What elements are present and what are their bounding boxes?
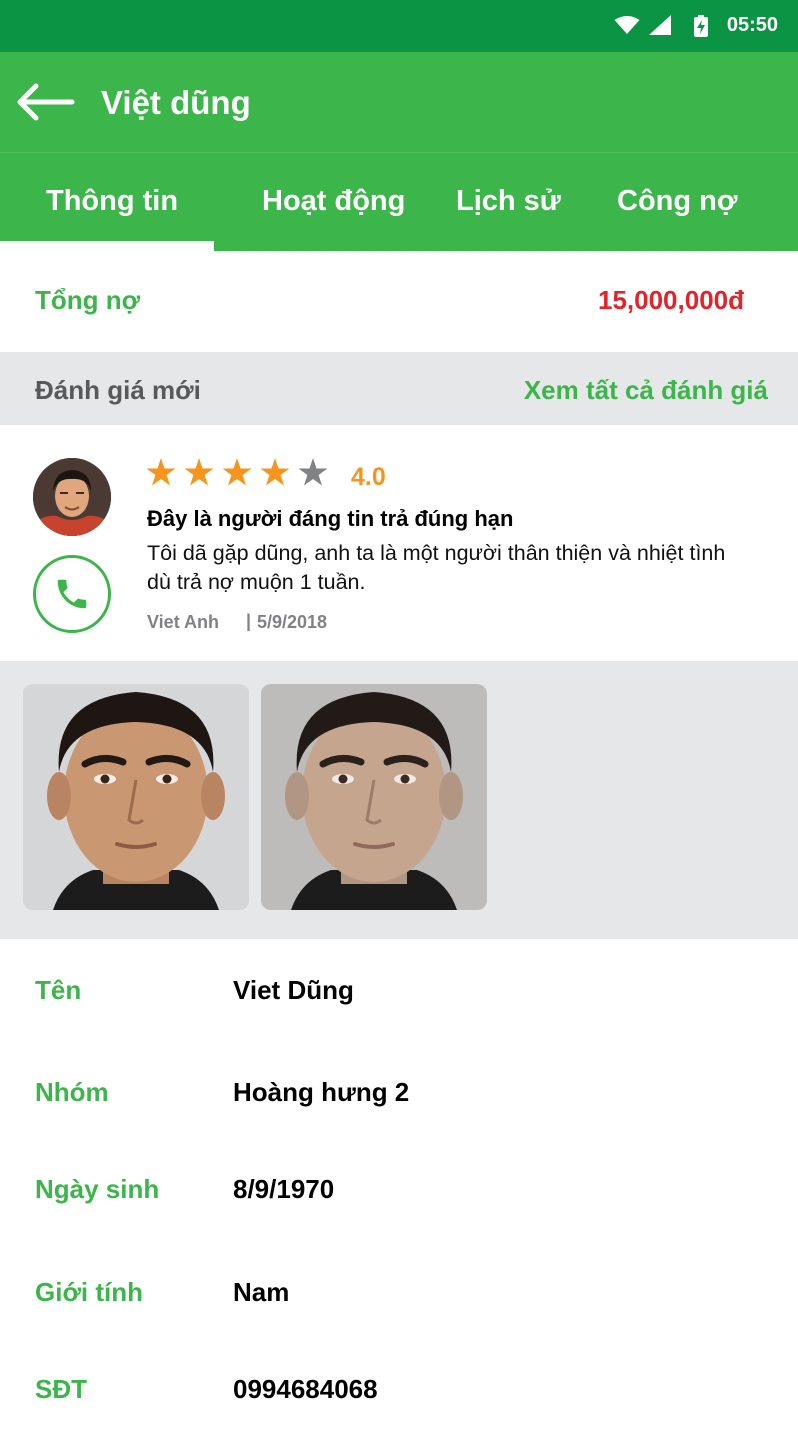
reviews-title: Đánh giá mới [35, 375, 201, 405]
tab-thong-tin[interactable]: Thông tin [46, 185, 178, 218]
star-filled-icon [260, 458, 290, 486]
total-debt-label: Tổng nợ [35, 285, 141, 315]
profile-info: Tên Viet Dũng Nhóm Hoàng hưng 2 Ngày sin… [0, 939, 798, 1437]
name-label: Tên [35, 975, 82, 1005]
review-photo[interactable] [261, 684, 487, 910]
name-value: Viet Dũng [233, 975, 354, 1005]
wifi-icon [614, 16, 640, 34]
arrow-left-icon [17, 83, 75, 121]
total-debt-row: Tổng nợ 15,000,000đ [0, 251, 798, 352]
call-button[interactable] [33, 555, 111, 633]
status-bar: 05:50 [0, 0, 798, 52]
total-debt-value: 15,000,000đ [597, 285, 744, 315]
app-bar: Việt dũng [0, 52, 798, 152]
review-card: 4.0 Đây là người đáng tin trả đúng hạn T… [0, 425, 798, 661]
review-author: Viet Anh [147, 612, 220, 632]
review-date: 5/9/2018 [257, 612, 328, 632]
phone-value[interactable]: 0994684068 [233, 1374, 378, 1405]
avatar[interactable] [33, 458, 111, 536]
dob-value: 8/9/1970 [233, 1174, 335, 1204]
phone-icon [57, 579, 87, 609]
star-filled-icon [146, 458, 176, 486]
reviews-header: Đánh giá mới Xem tất cả đánh giá [0, 352, 798, 425]
portrait-image [261, 684, 487, 910]
rating-stars [145, 456, 335, 490]
rating-value: 4.0 [351, 463, 386, 491]
review-separator: | [246, 611, 252, 631]
battery-charging-icon [694, 15, 708, 37]
portrait-image [23, 684, 249, 910]
star-filled-icon [222, 458, 252, 486]
star-filled-icon [184, 458, 214, 486]
review-photo[interactable] [23, 684, 249, 910]
back-button[interactable] [14, 82, 78, 122]
review-title: Đây là người đáng tin trả đúng hạn [147, 506, 514, 531]
tab-hoat-dong[interactable]: Hoạt động [262, 185, 405, 218]
page-title: Việt dũng [101, 84, 251, 121]
star-empty-icon [298, 458, 328, 486]
signal-icon [649, 15, 671, 35]
gender-label: Giới tính [35, 1277, 144, 1307]
tab-bar: Thông tin Hoạt động Lịch sử Công nợ [0, 152, 798, 251]
tab-lich-su[interactable]: Lịch sử [456, 185, 561, 218]
phone-label: SĐT [35, 1374, 87, 1404]
group-label: Nhóm [35, 1077, 109, 1107]
tab-cong-no[interactable]: Công nợ [617, 185, 737, 218]
review-body: Tôi dã gặp dũng, anh ta là một người thâ… [147, 541, 726, 594]
gender-value: Nam [233, 1277, 290, 1307]
active-tab-indicator [0, 241, 214, 251]
dob-label: Ngày sinh [35, 1174, 160, 1204]
group-value: Hoàng hưng 2 [233, 1077, 410, 1107]
review-photos [0, 661, 798, 939]
status-time: 05:50 [726, 14, 778, 36]
avatar-image [33, 458, 111, 536]
see-all-reviews-link[interactable]: Xem tất cả đánh giá [524, 375, 768, 406]
